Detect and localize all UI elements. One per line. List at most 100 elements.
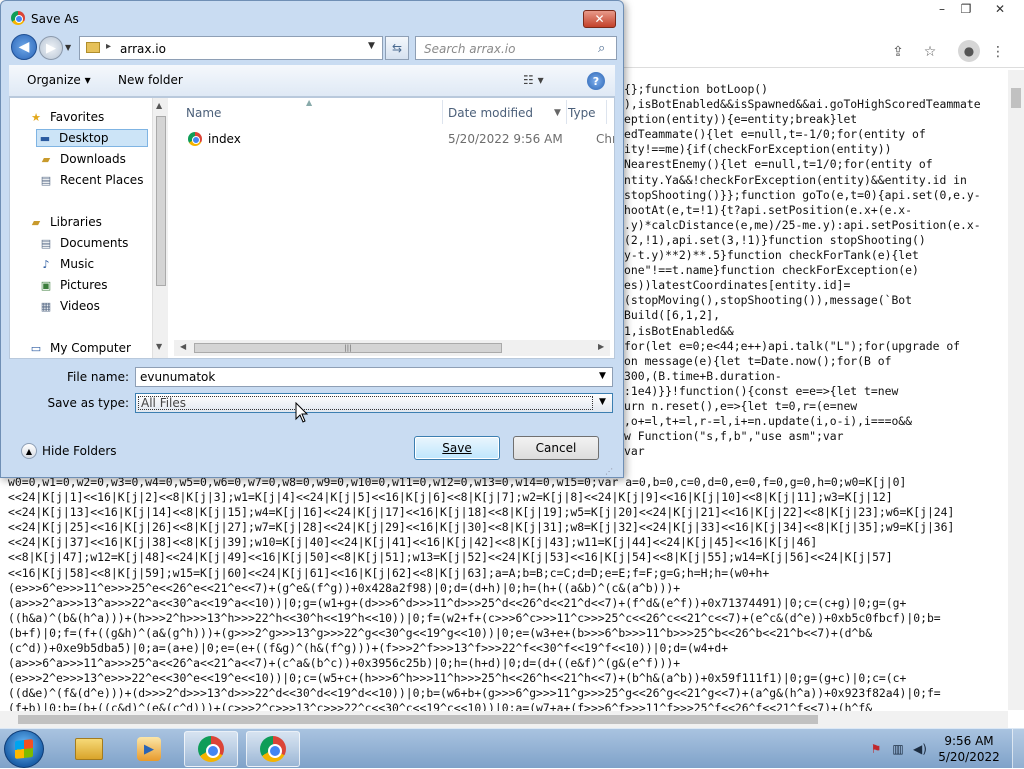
code-line: w Function("s,f,b","use asm";var (624, 429, 844, 444)
taskbar-media-player[interactable]: ▶ (122, 731, 176, 767)
file-list-scroll-thumb[interactable]: ||| (194, 343, 502, 353)
resize-grip-icon[interactable]: ⋰ (605, 467, 613, 476)
code-line: (c^d))+0xe9b5dba5)|0;a=(a+e)|0;e=(e+((f&… (8, 641, 729, 656)
code-line: ),isBotEnabled&&isSpawned&&ai.goToHighSc… (624, 97, 981, 112)
file-type: Chrome H (596, 132, 614, 146)
new-folder-button[interactable]: New folder (118, 73, 183, 87)
clock-time[interactable]: 9:56 AM (938, 734, 1000, 748)
taskbar-chrome-2[interactable] (246, 731, 300, 767)
code-line: <<24|K[j|1]<<16|K[j|2]<<8|K[j|3];w1=K[j|… (8, 490, 893, 505)
code-line: {};function botLoop() (624, 82, 769, 96)
nav-scroll-thumb[interactable] (156, 116, 166, 286)
nav-label: Downloads (60, 152, 126, 166)
code-line: (b+f)|0;f=(f+((g&h)^(a&(g^h)))+(g>>>2^g>… (8, 625, 873, 640)
search-input[interactable]: Search arrax.io ⌕ (415, 36, 617, 60)
nav-pane-scrollbar[interactable]: ▲ ▼ (152, 98, 168, 358)
page-horizontal-scrollbar[interactable] (0, 711, 1008, 728)
browser-close-button[interactable]: ✕ (986, 0, 1014, 18)
code-line: (e>>>2^e>>>13^e>>>22^e<<30^e<<19^e<<10))… (8, 671, 907, 686)
help-button[interactable]: ? (587, 72, 605, 90)
code-line: :1e4)}}!function(){const e=e=>{let t=new (624, 383, 899, 398)
taskbar-chrome-1[interactable] (184, 731, 238, 767)
nav-item-videos[interactable]: ▦ Videos (38, 297, 168, 315)
cancel-button[interactable]: Cancel (513, 436, 599, 460)
folder-icon (86, 42, 100, 53)
chevron-up-icon: ▲ (21, 443, 37, 459)
chrome-html-file-icon (188, 132, 202, 146)
taskbar: ▶ ⚑ ▥ ◀) 9:56 AM 5/20/2022 (0, 728, 1024, 769)
navigation-row: ◀ ▶ ▼ ▸ arrax.io ▼ ⇆ Search arrax.io ⌕ (1, 31, 623, 65)
column-divider[interactable] (442, 100, 443, 124)
nav-item-music[interactable]: ♪ Music (38, 255, 168, 273)
search-icon[interactable]: ⌕ (598, 41, 605, 56)
save-as-type-dropdown-icon[interactable]: ▼ (599, 397, 606, 407)
code-line: (a>>>2^a>>>13^a>>>22^a<<30^a<<19^a<<10))… (8, 595, 907, 610)
more-menu-icon[interactable]: ⋮ (988, 42, 1008, 62)
nav-item-pictures[interactable]: ▣ Pictures (38, 276, 168, 294)
nav-label: Videos (60, 299, 100, 313)
save-button[interactable]: Save (414, 436, 500, 460)
dialog-titlebar[interactable]: Save As ✕ (1, 1, 623, 31)
column-divider[interactable] (606, 100, 607, 124)
change-view-button[interactable]: ☷ ▾ (523, 73, 544, 87)
back-button[interactable]: ◀ (11, 34, 37, 60)
chevron-down-icon[interactable]: ▼ (368, 41, 375, 51)
star-icon[interactable]: ☆ (920, 42, 940, 62)
recent-locations-button[interactable]: ▼ (65, 43, 75, 53)
dialog-close-button[interactable]: ✕ (583, 10, 616, 28)
file-name-input[interactable]: evunumatok (135, 367, 613, 387)
restore-button[interactable]: ❐ (952, 0, 980, 18)
file-row[interactable]: index 5/20/2022 9:56 AM Chrome H (186, 128, 614, 150)
show-desktop-button[interactable] (1012, 729, 1024, 769)
column-header-name[interactable]: Name (186, 102, 221, 124)
action-center-flag-icon[interactable]: ⚑ (868, 741, 884, 757)
scroll-down-icon[interactable]: ▼ (156, 342, 162, 351)
page-hscroll-thumb[interactable] (18, 715, 818, 724)
hide-folders-label: Hide Folders (42, 444, 117, 458)
file-name-dropdown-icon[interactable]: ▼ (599, 371, 606, 381)
scroll-left-icon[interactable]: ◀ (180, 342, 186, 351)
nav-item-desktop[interactable]: ▬ Desktop (36, 129, 148, 147)
profile-avatar[interactable]: ● (958, 40, 980, 62)
start-button[interactable] (4, 730, 44, 768)
column-divider[interactable] (566, 100, 567, 124)
hide-folders-toggle[interactable]: ▲ Hide Folders (21, 443, 117, 459)
column-header-type[interactable]: Type (568, 102, 596, 124)
file-list-hscrollbar[interactable]: ◀ ||| ▶ (174, 340, 610, 356)
organize-button[interactable]: Organize ▾ (27, 73, 91, 87)
code-line: .y)*calcDistance(e,me)/25-me.y):api.setP… (624, 217, 981, 232)
scroll-right-icon[interactable]: ▶ (598, 342, 604, 351)
column-header-date-modified[interactable]: Date modified (448, 102, 533, 124)
scroll-up-icon[interactable]: ▲ (156, 101, 162, 110)
page-scroll-thumb[interactable] (1011, 88, 1021, 108)
nav-item-recent-places[interactable]: ▤ Recent Places (38, 171, 168, 189)
code-line: eption(entity)){e=entity;break}let (624, 112, 858, 127)
nav-item-downloads[interactable]: ▰ Downloads (38, 150, 168, 168)
nav-my-computer[interactable]: ▭ My Computer (28, 339, 168, 357)
share-icon[interactable]: ⇪ (888, 42, 908, 62)
code-line: ((d&e)^(f&(d^e)))+(d>>>2^d>>>13^d>>>22^d… (8, 686, 941, 701)
search-placeholder: Search arrax.io (424, 42, 516, 56)
nav-favorites[interactable]: ★ Favorites (28, 108, 168, 126)
nav-libraries[interactable]: ▰ Libraries (28, 213, 168, 231)
libraries-icon: ▰ (31, 215, 41, 229)
view-list-icon: ☷ (523, 73, 534, 87)
breadcrumb-current[interactable]: arrax.io (120, 42, 166, 56)
taskbar-explorer[interactable] (62, 731, 116, 767)
code-line: <<24|K[j|13]<<16|K[j|14]<<8|K[j|15];w4=K… (8, 505, 955, 520)
media-player-icon: ▶ (137, 737, 161, 761)
page-vertical-scrollbar[interactable] (1008, 70, 1024, 710)
refresh-button[interactable]: ⇆ (385, 36, 409, 60)
arrow-left-icon: ◀ (18, 39, 30, 55)
address-bar[interactable]: ▸ arrax.io ▼ (79, 36, 383, 60)
column-filter-chevron-icon[interactable]: ▼ (554, 108, 561, 118)
forward-button[interactable]: ▶ (39, 36, 63, 60)
clock-date[interactable]: 5/20/2022 (938, 750, 1000, 764)
file-date-modified: 5/20/2022 9:56 AM (448, 132, 563, 146)
breadcrumb-chevron-icon[interactable]: ▸ (106, 41, 111, 52)
volume-icon[interactable]: ◀) (912, 741, 928, 757)
save-as-type-select[interactable]: All Files (135, 393, 613, 413)
nav-item-documents[interactable]: ▤ Documents (38, 234, 168, 252)
network-icon[interactable]: ▥ (890, 741, 906, 757)
save-as-type-label: Save as type: (47, 396, 129, 410)
